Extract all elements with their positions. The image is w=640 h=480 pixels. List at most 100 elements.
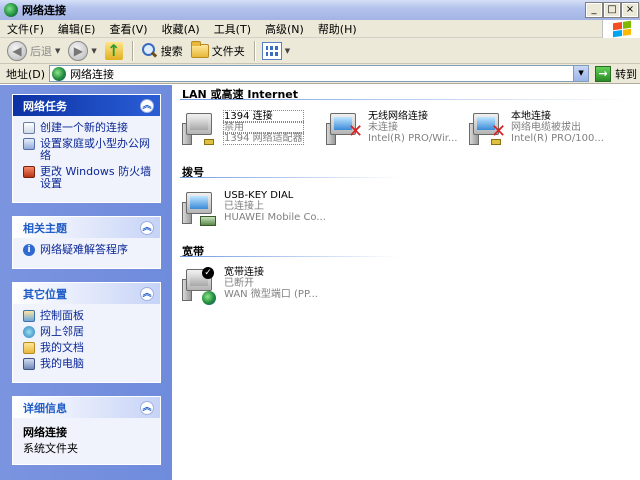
menu-tools[interactable]: 工具(T) bbox=[207, 21, 258, 37]
connection-device: HUAWEI Mobile Co... bbox=[224, 212, 326, 223]
connection-name: 1394 连接 bbox=[223, 110, 304, 123]
collapse-icon[interactable]: ︽ bbox=[140, 400, 154, 415]
folders-button[interactable]: 文件夹 bbox=[188, 40, 248, 62]
toolbar-separator bbox=[253, 40, 255, 61]
details-header[interactable]: 详细信息 ︽ bbox=[13, 397, 160, 418]
connection-broadband[interactable]: ✓ 宽带连接 已断开 WAN 微型端口 (PP... bbox=[182, 267, 318, 307]
broadband-connection-icon: ✓ bbox=[182, 267, 218, 307]
task-label: 更改 Windows 防火墙设置 bbox=[40, 165, 152, 190]
menu-view[interactable]: 查看(V) bbox=[102, 21, 154, 37]
panel-title: 相关主题 bbox=[23, 221, 67, 235]
collapse-icon[interactable]: ︽ bbox=[140, 286, 154, 301]
close-button[interactable]: × bbox=[621, 2, 639, 18]
panel-title: 网络任务 bbox=[23, 99, 67, 113]
forward-button[interactable]: ▶ ▼ bbox=[65, 40, 99, 62]
address-bar: 地址(D) 网络连接 ▼ → 转到 bbox=[0, 64, 640, 84]
connection-1394[interactable]: 1394 连接 禁用 1394 网络适配器 bbox=[182, 110, 304, 151]
connection-status: 未连接 bbox=[368, 122, 398, 133]
task-label: 创建一个新的连接 bbox=[40, 121, 128, 134]
connection-device: WAN 微型端口 (PP... bbox=[224, 289, 318, 300]
chevron-down-icon: ▼ bbox=[91, 46, 97, 55]
windows-logo-icon bbox=[602, 20, 640, 38]
back-button[interactable]: ◀ 后退 ▼ bbox=[4, 40, 63, 62]
connection-name: 宽带连接 bbox=[224, 267, 264, 278]
local-connection-icon: ✕ bbox=[469, 111, 506, 151]
folder-up-icon: ↑ bbox=[104, 41, 123, 60]
place-label: 我的文档 bbox=[40, 341, 84, 354]
dialup-connection-icon bbox=[182, 190, 218, 230]
menu-bar: 文件(F) 编辑(E) 查看(V) 收藏(A) 工具(T) 高级(N) 帮助(H… bbox=[0, 20, 640, 38]
place-label: 网上邻居 bbox=[40, 325, 84, 338]
folders-label: 文件夹 bbox=[211, 44, 245, 58]
go-label: 转到 bbox=[615, 67, 638, 81]
my-computer-icon bbox=[23, 358, 35, 370]
network-tasks-header[interactable]: 网络任务 ︽ bbox=[13, 95, 160, 116]
other-places-panel: 其它位置 ︽ 控制面板 网上邻居 我的文档 我的电脑 bbox=[12, 282, 161, 383]
menu-file[interactable]: 文件(F) bbox=[0, 21, 51, 37]
place-my-computer[interactable]: 我的电脑 bbox=[23, 358, 152, 370]
maximize-button[interactable]: □ bbox=[603, 2, 621, 18]
forward-arrow-icon: ▶ bbox=[68, 40, 89, 61]
group-divider bbox=[180, 256, 400, 257]
back-label: 后退 bbox=[30, 44, 52, 58]
menu-edit[interactable]: 编辑(E) bbox=[51, 21, 103, 37]
toolbar-separator bbox=[131, 40, 133, 61]
search-label: 搜索 bbox=[160, 44, 183, 58]
task-create-connection[interactable]: 创建一个新的连接 bbox=[23, 122, 152, 134]
address-label: 地址(D) bbox=[6, 67, 46, 81]
place-my-documents[interactable]: 我的文档 bbox=[23, 342, 152, 354]
check-icon: ✓ bbox=[202, 267, 214, 279]
details-type: 系统文件夹 bbox=[23, 442, 78, 455]
connection-wireless[interactable]: ✕ 无线网络连接 未连接 Intel(R) PRO/Wir... bbox=[326, 111, 457, 151]
connection-status: 已断开 bbox=[224, 278, 254, 289]
connection-name: USB-KEY DIAL bbox=[224, 190, 294, 201]
network-connections-icon bbox=[52, 66, 67, 81]
place-label: 我的电脑 bbox=[40, 357, 84, 370]
task-pane: 网络任务 ︽ 创建一个新的连接 设置家庭或小型办公网络 更改 Windows 防… bbox=[0, 85, 172, 480]
related-topics-header[interactable]: 相关主题 ︽ bbox=[13, 217, 160, 238]
views-button[interactable]: ▼ bbox=[259, 40, 293, 62]
folder-icon bbox=[190, 40, 209, 58]
search-icon bbox=[140, 42, 158, 60]
chevron-down-icon: ▼ bbox=[284, 46, 291, 55]
details-name: 网络连接 bbox=[23, 426, 67, 439]
menu-favorites[interactable]: 收藏(A) bbox=[155, 21, 207, 37]
other-places-header[interactable]: 其它位置 ︽ bbox=[13, 283, 160, 304]
connection-usb-key-dial[interactable]: USB-KEY DIAL 已连接上 HUAWEI Mobile Co... bbox=[182, 190, 326, 230]
connection-status: 网络电缆被拔出 bbox=[511, 122, 581, 133]
address-dropdown-button[interactable]: ▼ bbox=[573, 66, 589, 81]
connection-device: Intel(R) PRO/Wir... bbox=[368, 133, 458, 144]
connection-local[interactable]: ✕ 本地连接 网络电缆被拔出 Intel(R) PRO/100... bbox=[469, 111, 604, 151]
firewall-icon bbox=[23, 166, 35, 178]
address-input[interactable]: 网络连接 ▼ bbox=[49, 65, 590, 82]
new-connection-icon bbox=[23, 122, 35, 134]
place-label: 控制面板 bbox=[40, 309, 84, 322]
home-network-icon bbox=[23, 138, 35, 150]
search-button[interactable]: 搜索 bbox=[137, 40, 186, 62]
go-arrow-icon: → bbox=[595, 65, 612, 82]
task-label: 网络疑难解答程序 bbox=[40, 243, 128, 256]
place-network-neighborhood[interactable]: 网上邻居 bbox=[23, 326, 152, 338]
task-firewall-settings[interactable]: 更改 Windows 防火墙设置 bbox=[23, 166, 152, 190]
task-setup-home-network[interactable]: 设置家庭或小型办公网络 bbox=[23, 138, 152, 162]
minimize-button[interactable]: _ bbox=[585, 2, 603, 18]
up-button[interactable]: ↑ bbox=[102, 40, 126, 62]
connection-status: 禁用 bbox=[223, 121, 304, 134]
collapse-icon[interactable]: ︽ bbox=[140, 98, 154, 113]
menu-advanced[interactable]: 高级(N) bbox=[258, 21, 311, 37]
network-tasks-panel: 网络任务 ︽ 创建一个新的连接 设置家庭或小型办公网络 更改 Windows 防… bbox=[12, 94, 161, 203]
go-button[interactable]: → 转到 bbox=[595, 65, 638, 82]
connection-device: 1394 网络适配器 bbox=[223, 132, 304, 145]
menu-help[interactable]: 帮助(H) bbox=[311, 21, 364, 37]
title-bar: 网络连接 _ □ × bbox=[0, 0, 640, 20]
task-network-troubleshooter[interactable]: i 网络疑难解答程序 bbox=[23, 244, 152, 256]
chevron-down-icon: ▼ bbox=[55, 46, 61, 55]
collapse-icon[interactable]: ︽ bbox=[140, 220, 154, 235]
globe-icon bbox=[202, 291, 216, 305]
group-divider bbox=[180, 99, 630, 100]
place-control-panel[interactable]: 控制面板 bbox=[23, 310, 152, 322]
group-divider bbox=[180, 177, 400, 178]
connections-view: LAN 或高速 Internet 1394 连接 禁用 1394 网络适配器 ✕… bbox=[172, 85, 640, 480]
my-documents-icon bbox=[23, 342, 35, 354]
window-title: 网络连接 bbox=[22, 4, 66, 17]
